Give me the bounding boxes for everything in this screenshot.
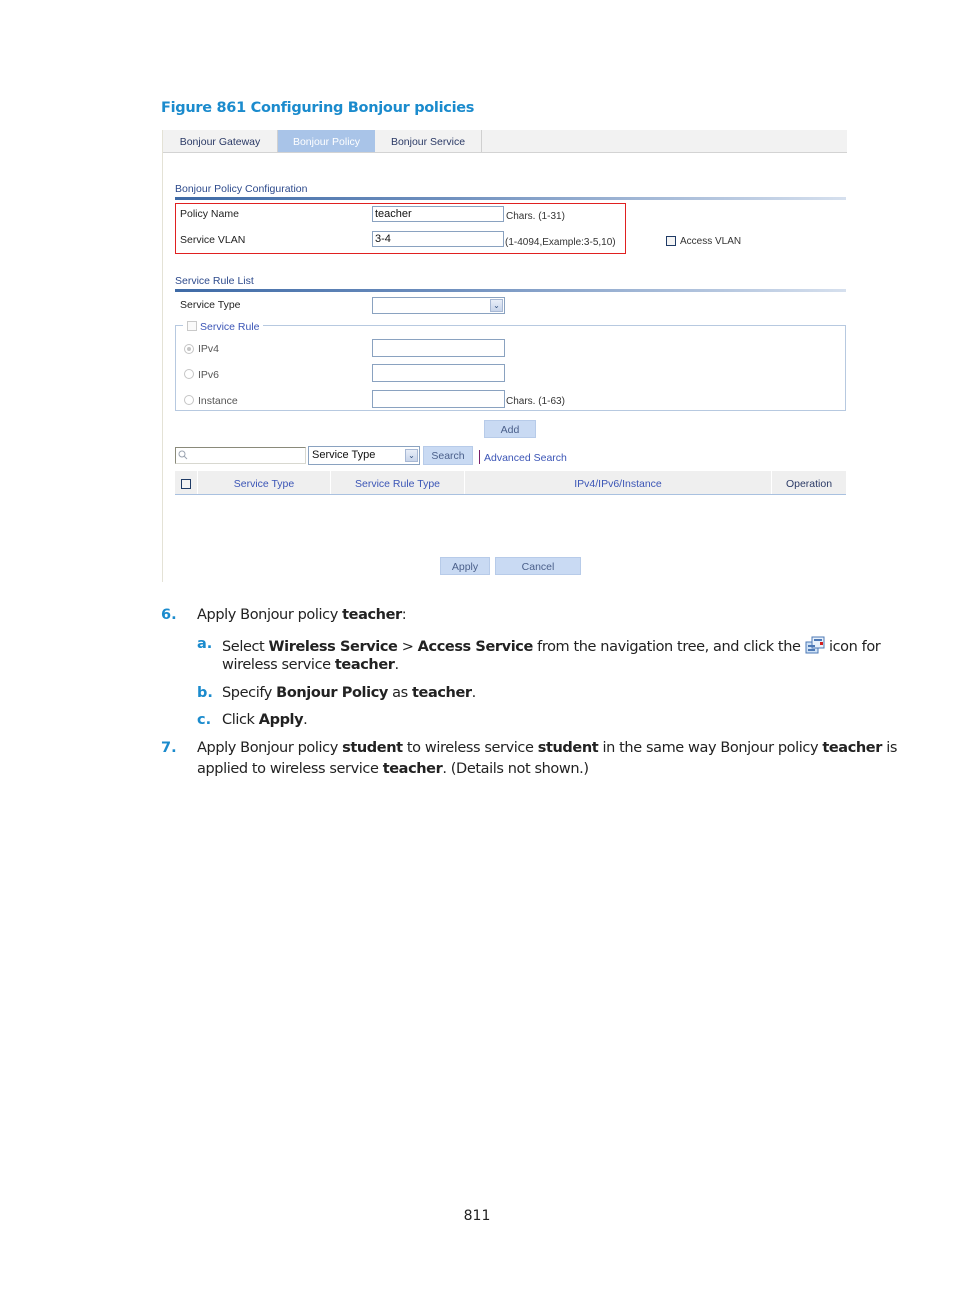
column-service-type[interactable]: Service Type	[198, 471, 330, 495]
policy-name-hint: Chars. (1-31)	[506, 211, 565, 222]
add-button[interactable]: Add	[484, 420, 536, 438]
substep-letter: a.	[197, 636, 213, 652]
column-service-rule-type[interactable]: Service Rule Type	[331, 471, 464, 495]
instance-input[interactable]	[372, 390, 505, 408]
ipv6-radio[interactable]	[184, 369, 194, 379]
tab-divider	[277, 130, 278, 152]
step-6a-text-line2: wireless service teacher.	[222, 657, 399, 673]
access-vlan-checkbox[interactable]	[666, 236, 676, 246]
service-vlan-label: Service VLAN	[180, 234, 246, 246]
policy-name-label: Policy Name	[180, 208, 239, 220]
wireless-service-config-icon	[805, 636, 825, 654]
ipv4-label: IPv4	[198, 343, 220, 355]
bold-text: teacher	[342, 607, 402, 623]
bold-text: Apply	[258, 712, 304, 728]
ipv6-label: IPv6	[198, 369, 220, 381]
step-7-text: Apply Bonjour policy student to wireless…	[197, 740, 897, 756]
text: :	[401, 607, 407, 623]
service-rule-list-title: Service Rule List	[175, 275, 254, 287]
text: applied to wireless service	[197, 761, 383, 777]
service-type-select[interactable]: ⌄	[372, 297, 505, 314]
ipv4-radio[interactable]	[184, 344, 194, 354]
substep-letter: b.	[197, 685, 213, 701]
search-button[interactable]: Search	[423, 446, 473, 465]
tab-bar: Bonjour Gateway Bonjour Policy Bonjour S…	[163, 130, 847, 153]
figure-title: Figure 861 Configuring Bonjour policies	[161, 100, 475, 116]
bold-text: Access Service	[417, 639, 534, 655]
text: wireless service	[222, 657, 335, 673]
table-header: Service Type Service Rule Type IPv4/IPv6…	[175, 471, 846, 495]
text: is	[882, 740, 897, 756]
substep-letter: c.	[197, 712, 212, 728]
chevron-down-icon[interactable]: ⌄	[405, 449, 418, 462]
column-operation: Operation	[785, 478, 833, 490]
bold-text: Bonjour Policy	[276, 685, 388, 701]
service-vlan-hint: (1-4094,Example:3-5,10)	[505, 237, 616, 248]
text: .	[394, 657, 400, 673]
ipv6-input[interactable]	[372, 364, 505, 382]
step-6b-text: Specify Bonjour Policy as teacher.	[222, 685, 476, 701]
bold-text: student	[537, 740, 599, 756]
policy-config-title: Bonjour Policy Configuration	[175, 183, 308, 195]
cancel-button[interactable]: Cancel	[495, 557, 581, 575]
instance-hint: Chars. (1-63)	[506, 396, 565, 407]
section-divider	[175, 289, 846, 292]
text: as	[387, 685, 413, 701]
advanced-search-link[interactable]: Advanced Search	[484, 452, 567, 464]
text: Click	[222, 712, 259, 728]
text: Apply Bonjour policy	[197, 740, 343, 756]
instance-radio[interactable]	[184, 395, 194, 405]
text: from the navigation tree, and click the	[532, 639, 805, 655]
search-icon	[178, 450, 188, 460]
step-7-text-line2: applied to wireless service teacher. (De…	[197, 761, 589, 777]
panel-border	[162, 130, 163, 582]
bold-text: student	[342, 740, 403, 756]
section-divider	[175, 197, 846, 200]
step-6-text: Apply Bonjour policy teacher:	[197, 607, 407, 623]
text: . (Details not shown.)	[442, 761, 589, 777]
policy-name-input[interactable]	[372, 206, 504, 222]
bold-text: teacher	[382, 761, 443, 777]
text: Specify	[222, 685, 277, 701]
tab-bonjour-service[interactable]: Bonjour Service	[375, 130, 481, 152]
text: .	[303, 712, 308, 728]
text: Select	[222, 639, 269, 655]
step-number: 7.	[161, 740, 177, 756]
access-vlan-label: Access VLAN	[680, 236, 742, 247]
text: >	[397, 639, 418, 655]
tab-bonjour-policy[interactable]: Bonjour Policy	[278, 130, 375, 152]
search-input[interactable]	[175, 447, 306, 464]
bold-text: teacher	[334, 657, 395, 673]
select-all-checkbox[interactable]	[181, 479, 191, 489]
text: in the same way Bonjour policy	[598, 740, 823, 756]
ipv4-input[interactable]	[372, 339, 505, 357]
text: .	[471, 685, 477, 701]
page-number: 811	[463, 1208, 491, 1224]
service-rule-label: Service Rule	[200, 321, 260, 333]
bold-text: Wireless Service	[268, 639, 398, 655]
service-vlan-input[interactable]	[372, 231, 504, 247]
step-6a-text: Select Wireless Service > Access Service…	[222, 636, 881, 655]
bold-text: teacher	[412, 685, 472, 701]
search-field-select[interactable]: Service Type ⌄	[308, 446, 420, 465]
service-type-label: Service Type	[180, 299, 241, 311]
step-number: 6.	[161, 607, 177, 623]
tab-divider	[481, 130, 482, 152]
text: icon for	[824, 639, 881, 655]
link-separator	[479, 450, 480, 464]
apply-button[interactable]: Apply	[440, 557, 490, 575]
tab-bonjour-gateway[interactable]: Bonjour Gateway	[163, 130, 277, 152]
service-rule-checkbox[interactable]	[187, 321, 197, 331]
text: to wireless service	[402, 740, 538, 756]
search-field-value: Service Type	[312, 449, 376, 461]
bold-text: teacher	[822, 740, 882, 756]
step-6c-text: Click Apply.	[222, 712, 308, 728]
text: Apply Bonjour policy	[197, 607, 343, 623]
chevron-down-icon[interactable]: ⌄	[490, 299, 503, 312]
column-ipv4-ipv6-instance[interactable]: IPv4/IPv6/Instance	[465, 471, 771, 495]
instance-label: Instance	[198, 395, 238, 407]
